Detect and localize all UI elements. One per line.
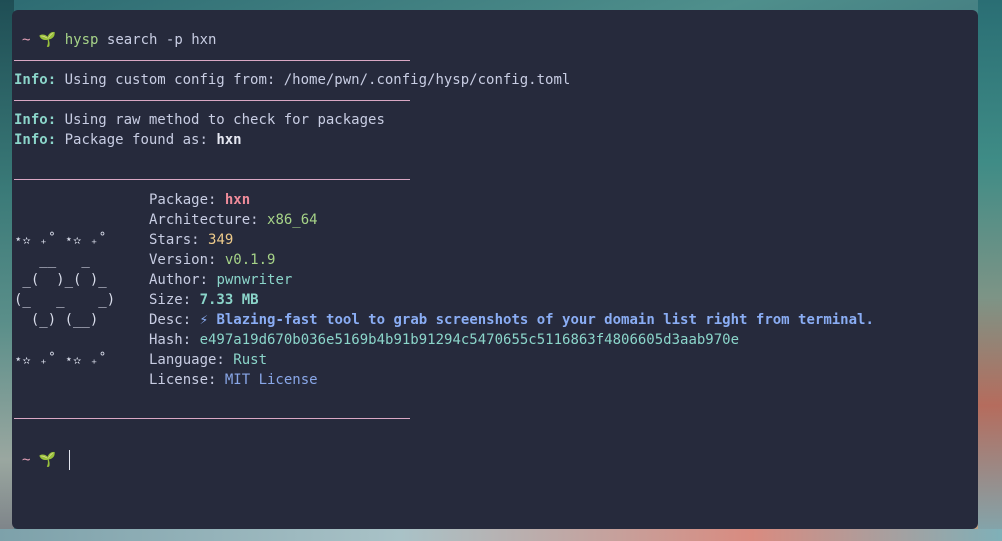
detail-key: Stars: xyxy=(149,232,209,248)
wallpaper-bottom-edge xyxy=(0,529,1002,541)
terminal-window[interactable]: ~ 🌱 hysp search -p hxn Info: Using custo… xyxy=(12,10,978,529)
version-value: v0.1.9 xyxy=(224,252,276,268)
separator-rule xyxy=(14,100,410,101)
package-name: hxn xyxy=(224,192,251,208)
detail-key: Language: xyxy=(149,352,234,368)
ascii-art-line: (_ _ _) xyxy=(14,292,116,308)
ascii-art-line: _( )_( )_ xyxy=(14,272,107,288)
command-args: search -p hxn xyxy=(106,32,217,48)
detail-key: Hash: xyxy=(149,332,200,348)
separator-rule xyxy=(14,418,410,419)
text-cursor xyxy=(69,450,70,470)
detail-author: Author: pwnwriter xyxy=(149,270,292,290)
detail-license: License: MIT License xyxy=(149,370,318,390)
ascii-art-line: (_) (__) xyxy=(14,312,99,328)
detail-language: Language: Rust xyxy=(149,350,267,370)
detail-version: Version: v0.1.9 xyxy=(149,250,275,270)
detail-key: Size: xyxy=(149,292,200,308)
wallpaper-right-edge xyxy=(978,0,1002,541)
input-prompt[interactable]: ~ 🌱 xyxy=(22,450,56,470)
desc-value: Blazing-fast tool to grab screenshots of… xyxy=(216,312,874,328)
info-message: Info: Using custom config from: /home/pw… xyxy=(14,70,570,90)
detail-package: Package: hxn xyxy=(149,190,250,210)
language-value: Rust xyxy=(233,352,268,368)
info-text: Using raw method to check for packages xyxy=(56,112,385,128)
prompt-tilde: ~ xyxy=(22,452,31,468)
ascii-art-line: __ _ xyxy=(14,252,90,268)
separator-rule xyxy=(14,60,410,61)
detail-hash: Hash: e497a19d670b036e5169b4b91b91294c54… xyxy=(149,330,739,350)
info-label: Info: xyxy=(14,132,57,148)
detail-key: Author: xyxy=(149,272,217,288)
detail-size: Size: 7.33 MB xyxy=(149,290,259,310)
command-name: hysp xyxy=(64,32,99,48)
detail-desc: Desc: ⚡ Blazing-fast tool to grab screen… xyxy=(149,310,874,330)
info-message: Info: Using raw method to check for pack… xyxy=(14,110,385,130)
info-text: Package found as: xyxy=(56,132,217,148)
info-label: Info: xyxy=(14,112,57,128)
ascii-art-stars: ⋆✫ ₊˚ ⋆✫ ₊˚ xyxy=(14,232,107,248)
detail-key: Architecture: xyxy=(149,212,268,228)
detail-stars: Stars: 349 xyxy=(149,230,233,250)
prompt-tilde: ~ xyxy=(22,32,31,48)
detail-key: Package: xyxy=(149,192,225,208)
sprout-icon: 🌱 xyxy=(38,32,57,48)
detail-key: License: xyxy=(149,372,225,388)
hash-value: e497a19d670b036e5169b4b91b91294c5470655c… xyxy=(199,332,740,348)
info-text: Using custom config from: /home/pwn/.con… xyxy=(56,72,571,88)
stars-value: 349 xyxy=(208,232,234,248)
ascii-art-stars: ⋆✫ ₊˚ ⋆✫ ₊˚ xyxy=(14,352,107,368)
package-found-name: hxn xyxy=(216,132,242,148)
size-value: 7.33 MB xyxy=(199,292,259,308)
lightning-bolt-icon: ⚡ xyxy=(199,312,209,328)
author-value: pwnwriter xyxy=(216,272,293,288)
info-message: Info: Package found as: hxn xyxy=(14,130,242,150)
sprout-icon: 🌱 xyxy=(38,452,57,468)
info-label: Info: xyxy=(14,72,57,88)
detail-key: Desc: xyxy=(149,312,200,328)
command-line: ~ 🌱 hysp search -p hxn xyxy=(22,30,216,50)
architecture-value: x86_64 xyxy=(267,212,318,228)
detail-architecture: Architecture: x86_64 xyxy=(149,210,318,230)
separator-rule xyxy=(14,179,410,180)
detail-key: Version: xyxy=(149,252,225,268)
license-value: MIT License xyxy=(224,372,318,388)
